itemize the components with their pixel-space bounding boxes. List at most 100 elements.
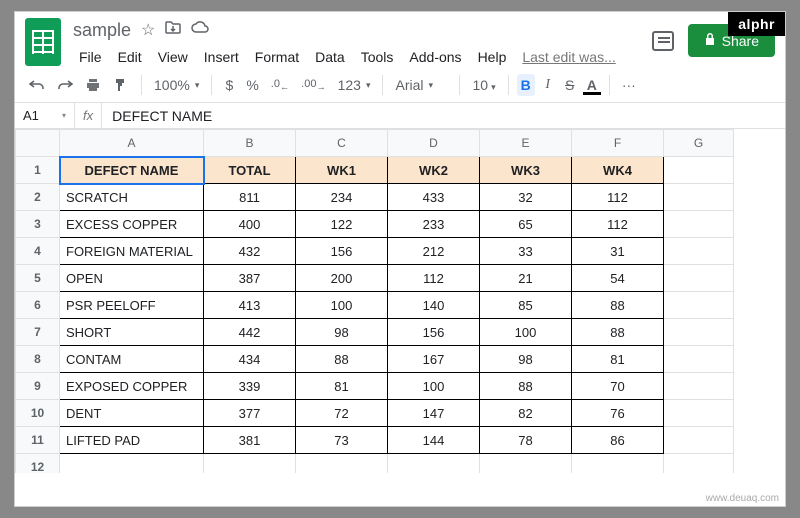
document-title[interactable]: sample (73, 20, 131, 41)
cell-A6[interactable]: PSR PEELOFF (60, 292, 204, 319)
comments-icon[interactable] (652, 31, 674, 51)
cell-F10[interactable]: 76 (572, 400, 664, 427)
cell-A3[interactable]: EXCESS COPPER (60, 211, 204, 238)
cell-G2[interactable] (664, 184, 734, 211)
cell-C5[interactable]: 200 (296, 265, 388, 292)
cell-F6[interactable]: 88 (572, 292, 664, 319)
cell-D7[interactable]: 156 (388, 319, 480, 346)
cell-D11[interactable]: 144 (388, 427, 480, 454)
cell-E9[interactable]: 88 (480, 373, 572, 400)
cell-B11[interactable]: 381 (204, 427, 296, 454)
row-header-7[interactable]: 7 (16, 319, 60, 346)
bold-button[interactable]: B (517, 74, 535, 96)
cell-E10[interactable]: 82 (480, 400, 572, 427)
cell-E4[interactable]: 33 (480, 238, 572, 265)
cell-C10[interactable]: 72 (296, 400, 388, 427)
cell-B8[interactable]: 434 (204, 346, 296, 373)
cell-G11[interactable] (664, 427, 734, 454)
cell-D5[interactable]: 112 (388, 265, 480, 292)
row-header-10[interactable]: 10 (16, 400, 60, 427)
cell-D1[interactable]: WK2 (388, 157, 480, 184)
cell-C8[interactable]: 88 (296, 346, 388, 373)
cell-C3[interactable]: 122 (296, 211, 388, 238)
cell-C11[interactable]: 73 (296, 427, 388, 454)
cell-D4[interactable]: 212 (388, 238, 480, 265)
cell-C12[interactable] (296, 454, 388, 474)
cell-D2[interactable]: 433 (388, 184, 480, 211)
column-header-C[interactable]: C (296, 130, 388, 157)
cell-B2[interactable]: 811 (204, 184, 296, 211)
cell-A11[interactable]: LIFTED PAD (60, 427, 204, 454)
sheets-logo-icon[interactable] (25, 18, 61, 66)
cell-C4[interactable]: 156 (296, 238, 388, 265)
increase-decimal-button[interactable]: .00→ (297, 75, 329, 95)
row-header-11[interactable]: 11 (16, 427, 60, 454)
cell-G8[interactable] (664, 346, 734, 373)
cell-B12[interactable] (204, 454, 296, 474)
column-header-D[interactable]: D (388, 130, 480, 157)
cell-A10[interactable]: DENT (60, 400, 204, 427)
column-header-E[interactable]: E (480, 130, 572, 157)
cell-F4[interactable]: 31 (572, 238, 664, 265)
row-header-5[interactable]: 5 (16, 265, 60, 292)
font-dropdown[interactable]: Arial (391, 74, 451, 96)
cell-B7[interactable]: 442 (204, 319, 296, 346)
percent-button[interactable]: % (242, 74, 262, 96)
cell-G4[interactable] (664, 238, 734, 265)
row-header-8[interactable]: 8 (16, 346, 60, 373)
cell-G12[interactable] (664, 454, 734, 474)
row-header-3[interactable]: 3 (16, 211, 60, 238)
cell-G5[interactable] (664, 265, 734, 292)
cell-B3[interactable]: 400 (204, 211, 296, 238)
cell-B4[interactable]: 432 (204, 238, 296, 265)
cloud-status-icon[interactable] (191, 20, 209, 40)
cell-G1[interactable] (664, 157, 734, 184)
cell-F5[interactable]: 54 (572, 265, 664, 292)
cell-B6[interactable]: 413 (204, 292, 296, 319)
cell-D10[interactable]: 147 (388, 400, 480, 427)
cell-E1[interactable]: WK3 (480, 157, 572, 184)
cell-F9[interactable]: 70 (572, 373, 664, 400)
print-icon[interactable] (81, 75, 105, 95)
currency-button[interactable]: $ (220, 74, 238, 96)
column-header-G[interactable]: G (664, 130, 734, 157)
cell-G6[interactable] (664, 292, 734, 319)
menu-file[interactable]: File (73, 46, 108, 68)
cell-D6[interactable]: 140 (388, 292, 480, 319)
cell-D9[interactable]: 100 (388, 373, 480, 400)
cell-D12[interactable] (388, 454, 480, 474)
cell-E2[interactable]: 32 (480, 184, 572, 211)
cell-B5[interactable]: 387 (204, 265, 296, 292)
menu-tools[interactable]: Tools (355, 46, 400, 68)
cell-E6[interactable]: 85 (480, 292, 572, 319)
cell-D8[interactable]: 167 (388, 346, 480, 373)
cell-E5[interactable]: 21 (480, 265, 572, 292)
cell-G7[interactable] (664, 319, 734, 346)
cell-F12[interactable] (572, 454, 664, 474)
menu-format[interactable]: Format (249, 46, 305, 68)
cell-E3[interactable]: 65 (480, 211, 572, 238)
cell-C2[interactable]: 234 (296, 184, 388, 211)
menu-data[interactable]: Data (309, 46, 351, 68)
menu-edit[interactable]: Edit (112, 46, 148, 68)
paint-format-icon[interactable] (109, 74, 133, 96)
cell-F3[interactable]: 112 (572, 211, 664, 238)
last-edit-link[interactable]: Last edit was... (516, 46, 621, 68)
column-header-F[interactable]: F (572, 130, 664, 157)
cell-F11[interactable]: 86 (572, 427, 664, 454)
italic-button[interactable]: I (539, 74, 557, 96)
row-header-12[interactable]: 12 (16, 454, 60, 474)
cell-F7[interactable]: 88 (572, 319, 664, 346)
row-header-9[interactable]: 9 (16, 373, 60, 400)
cell-C9[interactable]: 81 (296, 373, 388, 400)
name-box[interactable]: A1 (15, 103, 75, 128)
cell-B9[interactable]: 339 (204, 373, 296, 400)
menu-help[interactable]: Help (472, 46, 513, 68)
cell-G10[interactable] (664, 400, 734, 427)
text-color-button[interactable]: A (583, 75, 601, 95)
cell-A8[interactable]: CONTAM (60, 346, 204, 373)
cell-C6[interactable]: 100 (296, 292, 388, 319)
menu-view[interactable]: View (152, 46, 194, 68)
cell-A5[interactable]: OPEN (60, 265, 204, 292)
redo-icon[interactable] (53, 75, 77, 95)
